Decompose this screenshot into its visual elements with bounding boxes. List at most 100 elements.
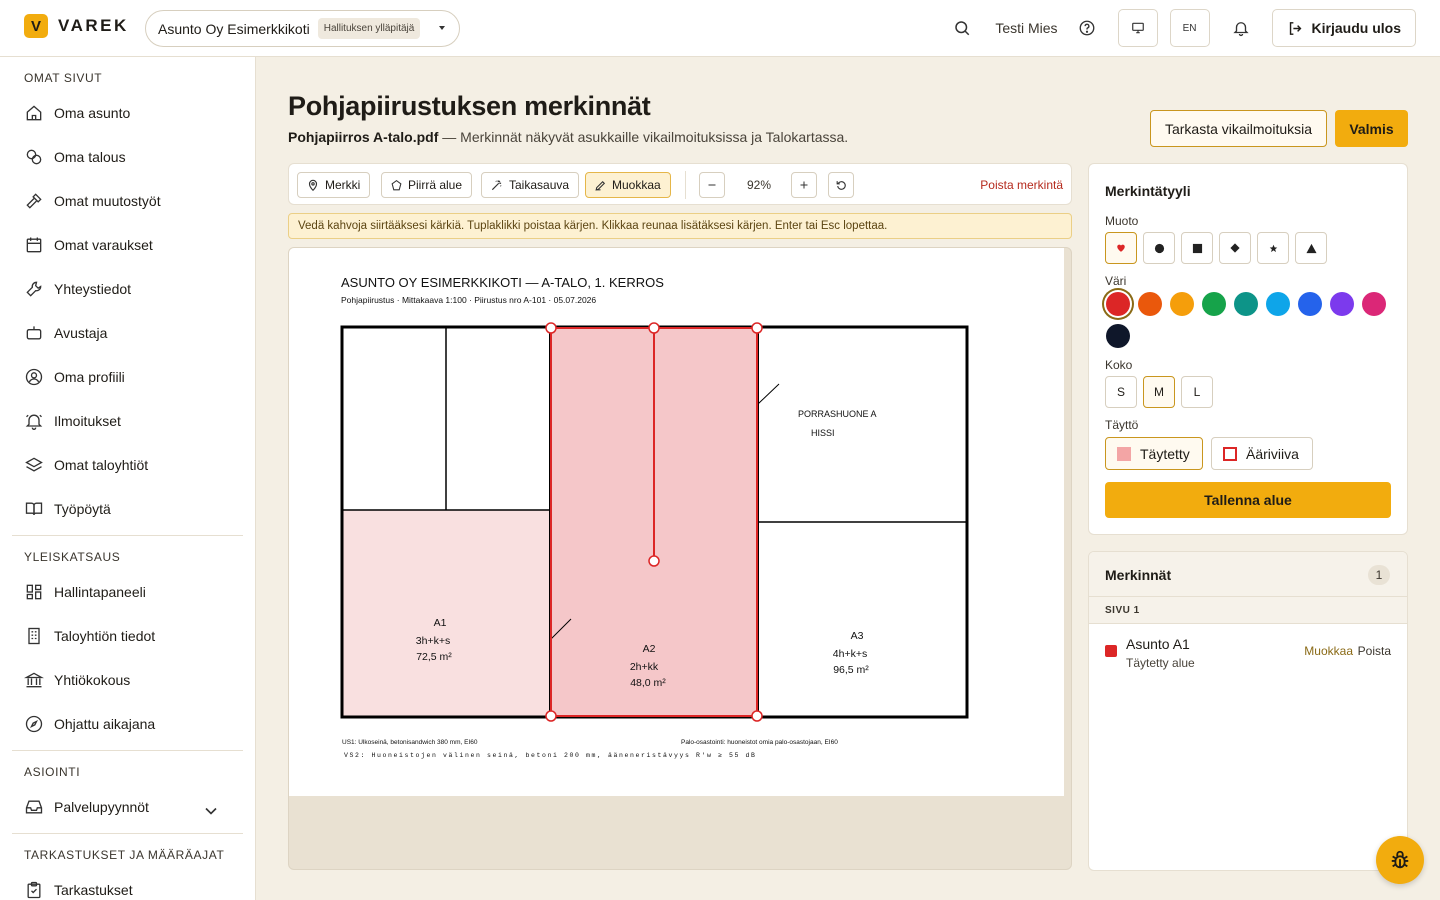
vertex-handle[interactable]: [751, 710, 763, 722]
apartment-a3-id: A3: [851, 630, 864, 642]
floor-plan-page: ASUNTO OY ESIMERKKIKOTI — A-TALO, 1. KER…: [289, 248, 1064, 796]
vertex-handle[interactable]: [751, 322, 763, 334]
apartment-a2-area: 48,0 m²: [630, 677, 666, 689]
sidebar-item-yhtiokokous[interactable]: Yhtiökokous: [12, 658, 243, 702]
apartment-a2-type: 2h+kk: [630, 661, 659, 673]
language-button[interactable]: EN: [1169, 9, 1210, 47]
sidebar-item-omat-muutostyot[interactable]: Omat muutostyöt: [12, 179, 243, 223]
color-swatch[interactable]: [1330, 292, 1354, 316]
edit-tool-button[interactable]: Muokkaa: [585, 172, 671, 198]
compass-icon: [25, 715, 43, 733]
fill-filled-button[interactable]: Täytetty: [1105, 437, 1203, 470]
sidebar-item-avustaja[interactable]: Avustaja: [12, 311, 243, 355]
mark-edit-button[interactable]: Muokkaa: [1304, 644, 1353, 658]
color-swatch[interactable]: [1138, 292, 1162, 316]
fill-filled-label: Täytetty: [1140, 445, 1190, 462]
done-button[interactable]: Valmis: [1335, 110, 1408, 147]
sidebar-item-label: Omat varaukset: [54, 237, 153, 253]
vertex-handle[interactable]: [545, 322, 557, 334]
sidebar-item-tarkastukset[interactable]: Tarkastukset: [12, 868, 243, 900]
marks-page-label: SIVU 1: [1089, 597, 1407, 624]
color-swatch[interactable]: [1298, 292, 1322, 316]
sidebar-item-label: Avustaja: [54, 325, 108, 341]
mark-delete-button[interactable]: Poista: [1358, 644, 1391, 658]
vertex-handle[interactable]: [648, 555, 660, 567]
shape-heart-button[interactable]: [1105, 232, 1137, 264]
chevron-down-icon[interactable]: [201, 801, 221, 821]
color-swatch[interactable]: [1202, 292, 1226, 316]
edit-tool-label: Muokkaa: [612, 178, 661, 192]
mark-title: Asunto A1: [1126, 636, 1190, 652]
layers-icon: [25, 457, 43, 472]
size-m-button[interactable]: M: [1143, 376, 1175, 408]
size-s-button[interactable]: S: [1105, 376, 1137, 408]
sidebar-item-yhteystiedot[interactable]: Yhteystiedot: [12, 267, 243, 311]
plan-canvas[interactable]: ASUNTO OY ESIMERKKIKOTI — A-TALO, 1. KER…: [288, 247, 1072, 870]
top-bar: V VAREK Asunto Oy Esimerkkikoti Hallituk…: [0, 0, 1440, 57]
logout-button[interactable]: Kirjaudu ulos: [1271, 9, 1416, 47]
vertex-handle[interactable]: [545, 710, 557, 722]
style-panel-title: Merkintätyyli: [1105, 183, 1191, 199]
sidebar-item-palvelupyynnot[interactable]: Palvelupyynnöt: [12, 785, 243, 829]
sidebar-item-taloyhtion-tiedot[interactable]: Taloyhtiön tiedot: [12, 614, 243, 658]
sidebar-item-ohjattu-aikajana[interactable]: Ohjattu aikajana: [12, 702, 243, 746]
delete-mark-button[interactable]: Poista merkintä: [980, 178, 1063, 192]
list-item[interactable]: Asunto A1 Täytetty alue Muokkaa Poista: [1089, 624, 1407, 680]
plus-icon: [800, 181, 808, 189]
notifications-button[interactable]: [1222, 9, 1260, 47]
circle-icon: [1154, 243, 1164, 253]
map-pin-icon: [308, 179, 318, 192]
shape-triangle-button[interactable]: [1295, 232, 1327, 264]
sidebar-item-label: Omat taloyhtiöt: [54, 457, 149, 473]
sidebar-item-hallintapaneeli[interactable]: Hallintapaneeli: [12, 570, 243, 614]
sidebar-item-omat-varaukset[interactable]: Omat varaukset: [12, 223, 243, 267]
marker-tool-button[interactable]: Merkki: [297, 172, 371, 198]
marks-panel-title: Merkinnät: [1105, 567, 1172, 583]
shape-diamond-button[interactable]: [1219, 232, 1251, 264]
sidebar-section-title: OMAT SIVUT: [24, 71, 103, 85]
reset-view-button[interactable]: [828, 172, 854, 198]
check-reports-button[interactable]: Tarkasta vikailmoituksia: [1150, 110, 1327, 147]
save-area-button[interactable]: Tallenna alue: [1105, 482, 1391, 518]
sidebar-item-oma-talous[interactable]: Oma talous: [12, 135, 243, 179]
shape-square-button[interactable]: [1181, 232, 1213, 264]
bell-icon: [1232, 22, 1249, 37]
company-selector[interactable]: Asunto Oy Esimerkkikoti Hallituksen yllä…: [145, 10, 460, 47]
logo[interactable]: V VAREK: [24, 14, 129, 38]
apartment-a1-fill[interactable]: [343, 510, 550, 716]
marker-tool-label: Merkki: [325, 178, 361, 192]
sidebar-item-oma-asunto[interactable]: Oma asunto: [12, 91, 243, 135]
bug-report-button[interactable]: [1376, 836, 1424, 884]
fill-outline-button[interactable]: Ääriviiva: [1211, 437, 1313, 470]
size-l-button[interactable]: L: [1181, 376, 1213, 408]
star-icon: [1269, 244, 1277, 252]
zoom-in-button[interactable]: [791, 172, 817, 198]
color-swatch[interactable]: [1362, 292, 1386, 316]
display-mode-button[interactable]: [1117, 9, 1158, 47]
help-button[interactable]: [1068, 9, 1106, 47]
sidebar-item-tyopoyta[interactable]: Työpöytä: [12, 487, 243, 531]
color-swatch[interactable]: [1106, 324, 1130, 348]
color-swatch[interactable]: [1234, 292, 1258, 316]
shape-star-button[interactable]: [1257, 232, 1289, 264]
color-swatch[interactable]: [1266, 292, 1290, 316]
sidebar-item-omat-taloyhtiot[interactable]: Omat taloyhtiöt: [12, 443, 243, 487]
color-swatch[interactable]: [1106, 292, 1130, 316]
search-icon: [955, 21, 970, 36]
note-fire: Palo-osastointi: huoneistot omia palo-os…: [681, 739, 838, 746]
draw-area-tool-button[interactable]: Piirrä alue: [381, 172, 473, 198]
vertex-handle[interactable]: [648, 322, 660, 334]
sidebar-item-oma-profiili[interactable]: Oma profiili: [12, 355, 243, 399]
user-name[interactable]: Testi Mies: [995, 20, 1057, 36]
zoom-out-button[interactable]: [699, 172, 725, 198]
shape-label: Muoto: [1105, 214, 1139, 228]
search-button[interactable]: [943, 9, 981, 47]
color-swatch[interactable]: [1170, 292, 1194, 316]
fill-label: Täyttö: [1105, 418, 1139, 432]
magic-wand-tool-button[interactable]: Taikasauva: [481, 172, 580, 198]
elevator-label: HISSI: [811, 428, 835, 438]
apartment-a1-area: 72,5 m²: [416, 651, 452, 663]
sidebar-item-ilmoitukset[interactable]: Ilmoitukset: [12, 399, 243, 443]
shape-circle-button[interactable]: [1143, 232, 1175, 264]
help-icon: [1079, 20, 1094, 36]
